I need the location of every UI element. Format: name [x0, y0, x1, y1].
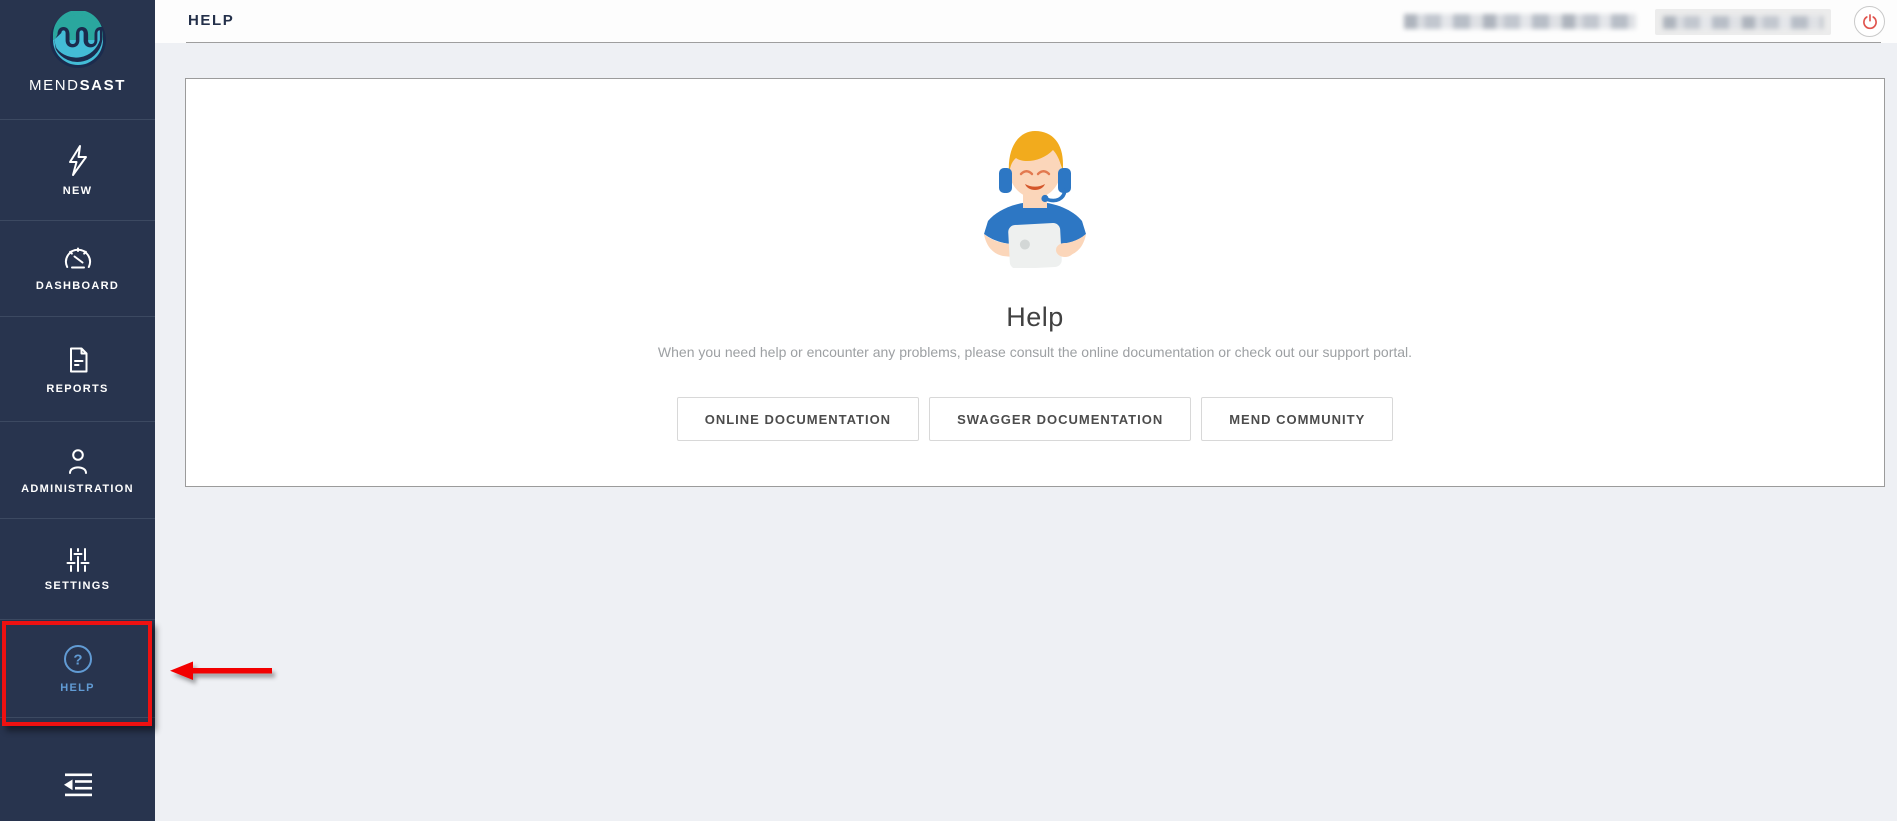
support-agent-illustration [973, 126, 1097, 268]
brand-name-regular: MEND [29, 77, 80, 94]
redacted-account-text [1404, 14, 1636, 29]
annotation-arrow-icon [166, 653, 286, 693]
help-description: When you need help or encounter any prob… [658, 344, 1412, 360]
sidebar-item-label: REPORTS [46, 383, 108, 395]
sidebar-item-label: NEW [63, 185, 93, 197]
page-title: HELP [188, 12, 234, 29]
top-header-bar: HELP [155, 0, 1897, 43]
collapse-sidebar-button[interactable] [0, 763, 155, 807]
sidebar-item-help[interactable]: ? HELP [0, 620, 155, 718]
content-area: Help When you need help or encounter any… [155, 43, 1897, 821]
logout-button[interactable] [1854, 6, 1885, 37]
collapse-sidebar-icon [62, 772, 94, 798]
main-area: HELP [155, 0, 1897, 821]
question-circle-icon: ? [62, 643, 94, 675]
document-icon [62, 344, 94, 376]
question-mark-glyph: ? [73, 652, 82, 669]
sidebar-item-label: SETTINGS [45, 580, 110, 592]
brand-logo-block[interactable]: MENDSAST [0, 0, 155, 120]
brand-name-bold: SAST [80, 77, 126, 94]
speedometer-icon [62, 245, 94, 273]
online-documentation-button[interactable]: ONLINE DOCUMENTATION [677, 397, 919, 441]
help-card: Help When you need help or encounter any… [185, 78, 1885, 487]
sidebar-item-dashboard[interactable]: DASHBOARD [0, 221, 155, 317]
sidebar: MENDSAST NEW DASHBOARD [0, 0, 155, 821]
sidebar-item-administration[interactable]: ADMINISTRATION [0, 422, 155, 519]
redacted-user-text [1663, 16, 1823, 29]
help-title: Help [1006, 302, 1064, 333]
sidebar-item-label: HELP [60, 682, 95, 694]
sidebar-item-reports[interactable]: REPORTS [0, 317, 155, 422]
lightning-icon [63, 144, 93, 178]
mend-community-button[interactable]: MEND COMMUNITY [1201, 397, 1393, 441]
power-icon [1861, 13, 1879, 31]
sidebar-item-label: ADMINISTRATION [21, 483, 134, 495]
sidebar-item-new[interactable]: NEW [0, 120, 155, 221]
sliders-icon [63, 547, 93, 573]
sidebar-item-settings[interactable]: SETTINGS [0, 519, 155, 620]
sidebar-item-label: DASHBOARD [36, 280, 119, 292]
swagger-documentation-button[interactable]: SWAGGER DOCUMENTATION [929, 397, 1191, 441]
user-menu-chip[interactable] [1655, 9, 1831, 35]
mend-sast-app: MENDSAST NEW DASHBOARD [0, 0, 1897, 821]
mend-logo-icon [49, 11, 107, 69]
brand-name: MENDSAST [29, 77, 126, 94]
person-icon [62, 446, 94, 476]
help-buttons-row: ONLINE DOCUMENTATION SWAGGER DOCUMENTATI… [677, 397, 1394, 441]
